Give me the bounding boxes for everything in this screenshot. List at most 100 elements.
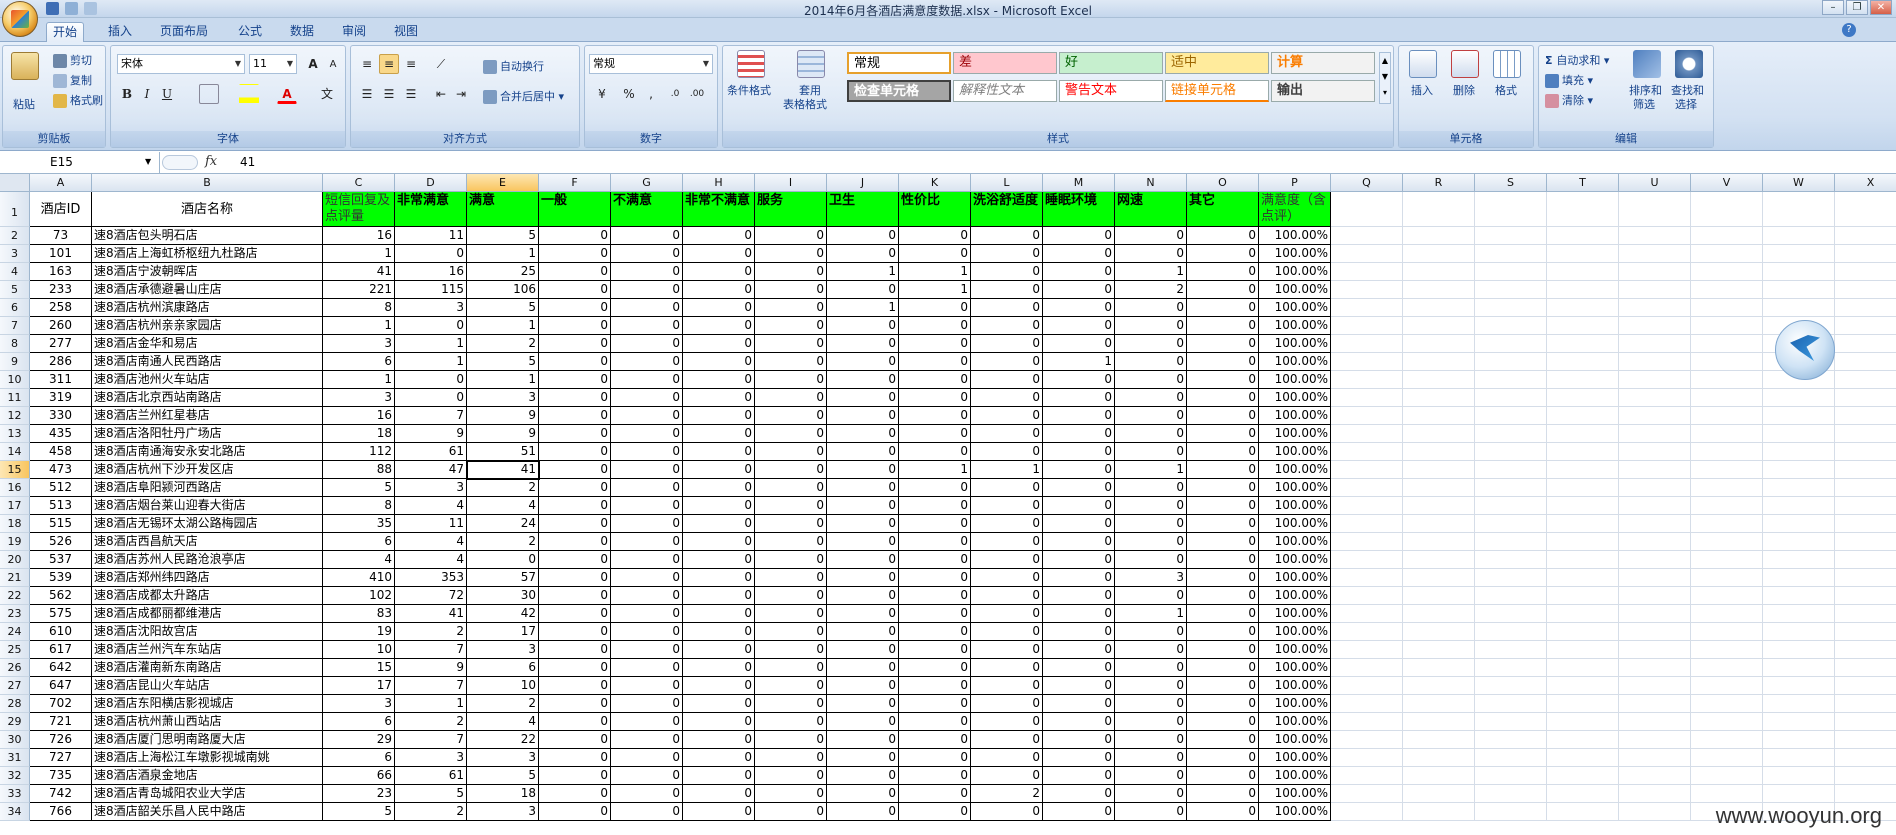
table-cell[interactable]: 6 [323,353,395,371]
empty-cell[interactable] [1619,569,1691,587]
table-cell[interactable]: 0 [755,731,827,749]
table-cell[interactable]: 100.00% [1259,569,1331,587]
table-cell[interactable]: 0 [971,389,1043,407]
align-center-icon[interactable]: ☰ [379,84,399,104]
merge-center-button[interactable]: 合并后居中 ▾ [483,88,564,104]
table-cell[interactable]: 0 [539,227,611,245]
empty-cell[interactable] [1475,443,1547,461]
table-cell[interactable]: 0 [539,335,611,353]
table-cell[interactable]: 3 [395,749,467,767]
empty-cell[interactable] [1835,497,1896,515]
table-cell[interactable]: 0 [755,227,827,245]
table-cell[interactable]: 0 [899,767,971,785]
phonetic-button[interactable]: 文 [317,84,337,104]
conditional-format-button[interactable]: 条件格式 [727,82,771,98]
row-header[interactable]: 9 [0,353,30,371]
empty-cell[interactable] [1619,263,1691,281]
row-header[interactable]: 26 [0,659,30,677]
empty-cell[interactable] [1763,533,1835,551]
empty-cell[interactable] [1331,461,1403,479]
empty-cell[interactable] [1331,515,1403,533]
empty-cell[interactable] [1331,695,1403,713]
table-cell[interactable]: 0 [1115,245,1187,263]
table-cell[interactable]: 0 [539,767,611,785]
table-cell[interactable]: 3 [395,299,467,317]
cell-style-item[interactable]: 计算 [1271,52,1375,74]
table-cell[interactable]: 100.00% [1259,623,1331,641]
table-cell[interactable]: 0 [539,749,611,767]
table-cell[interactable]: 0 [611,335,683,353]
table-cell[interactable]: 0 [611,515,683,533]
empty-cell[interactable] [1403,263,1475,281]
table-cell[interactable]: 0 [1115,227,1187,245]
empty-cell[interactable] [1331,281,1403,299]
empty-cell[interactable] [1619,623,1691,641]
column-header[interactable]: J [827,174,899,192]
header-cell[interactable]: 其它 [1187,192,1259,227]
empty-cell[interactable] [1331,785,1403,803]
table-cell[interactable]: 642 [30,659,92,677]
empty-cell[interactable] [1331,623,1403,641]
table-cell[interactable]: 0 [1187,731,1259,749]
empty-cell[interactable] [1619,749,1691,767]
table-cell[interactable]: 0 [1187,659,1259,677]
table-cell[interactable]: 100.00% [1259,767,1331,785]
empty-cell[interactable] [1763,731,1835,749]
table-cell[interactable]: 1 [971,461,1043,479]
empty-cell[interactable] [1403,371,1475,389]
table-cell[interactable]: 0 [1115,533,1187,551]
empty-cell[interactable] [1691,551,1763,569]
empty-cell[interactable] [1619,281,1691,299]
empty-cell[interactable] [1691,353,1763,371]
table-cell[interactable]: 41 [395,605,467,623]
table-cell[interactable]: 0 [899,569,971,587]
header-cell[interactable]: 服务 [755,192,827,227]
column-header[interactable]: O [1187,174,1259,192]
header-cell[interactable]: 一般 [539,192,611,227]
table-cell[interactable]: 0 [899,803,971,821]
table-cell[interactable]: 0 [899,371,971,389]
empty-cell[interactable] [1331,533,1403,551]
table-cell[interactable]: 0 [899,533,971,551]
empty-cell[interactable] [1475,192,1547,227]
table-cell[interactable]: 0 [611,263,683,281]
worksheet-grid[interactable]: A B C D E F G H I J K L M N O P Q R S T U V W X 1 2 3 4 5 6 7 8 9 10 11 12 1… [0,174,1896,835]
table-cell[interactable]: 0 [1115,515,1187,533]
table-cell[interactable]: 515 [30,515,92,533]
empty-cell[interactable] [1475,281,1547,299]
paste-button[interactable]: 粘贴 [13,96,35,112]
empty-cell[interactable] [1691,695,1763,713]
table-cell[interactable]: 100.00% [1259,803,1331,821]
empty-cell[interactable] [1547,515,1619,533]
empty-cell[interactable] [1835,677,1896,695]
table-cell[interactable]: 0 [1187,713,1259,731]
table-cell[interactable]: 0 [1187,677,1259,695]
table-cell[interactable]: 0 [683,299,755,317]
table-cell[interactable]: 100.00% [1259,227,1331,245]
table-cell[interactable]: 47 [395,461,467,479]
table-cell[interactable]: 0 [539,605,611,623]
table-cell[interactable]: 0 [755,299,827,317]
table-cell[interactable]: 0 [683,659,755,677]
number-format-dropdown[interactable]: 常规 ▼ [589,54,713,74]
empty-cell[interactable] [1835,227,1896,245]
table-cell[interactable]: 17 [467,623,539,641]
empty-cell[interactable] [1403,731,1475,749]
table-cell[interactable]: 0 [755,551,827,569]
table-cell[interactable]: 0 [827,479,899,497]
table-cell[interactable]: 0 [1043,443,1115,461]
table-cell[interactable]: 311 [30,371,92,389]
table-cell[interactable]: 2 [467,479,539,497]
fill-color-icon[interactable] [239,84,259,104]
table-cell[interactable]: 0 [1115,803,1187,821]
align-left-icon[interactable]: ☰ [357,84,377,104]
help-icon[interactable]: ? [1842,23,1856,37]
empty-cell[interactable] [1475,227,1547,245]
table-cell[interactable]: 0 [1187,245,1259,263]
empty-cell[interactable] [1547,767,1619,785]
empty-cell[interactable] [1475,767,1547,785]
empty-cell[interactable] [1763,785,1835,803]
table-cell[interactable]: 100.00% [1259,641,1331,659]
table-cell[interactable]: 22 [467,731,539,749]
empty-cell[interactable] [1547,299,1619,317]
